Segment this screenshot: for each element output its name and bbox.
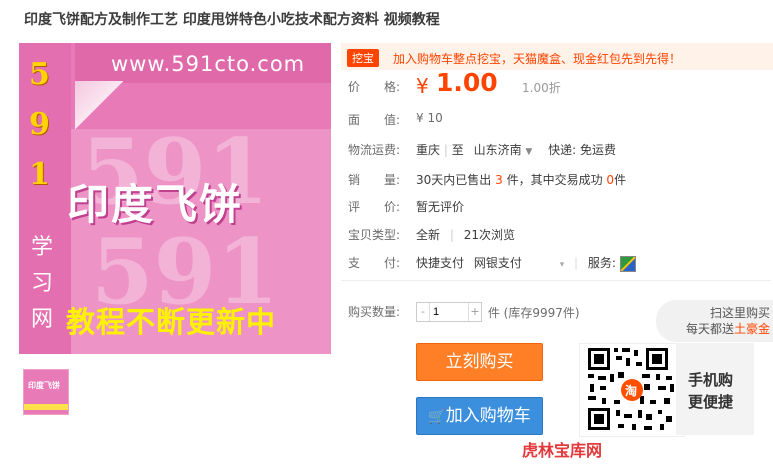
service-label: 服务:	[587, 256, 616, 270]
quantity-control: - + 件 (库存9997件)	[416, 302, 580, 322]
taobao-badge: 淘	[625, 384, 638, 398]
promo-text[interactable]: 加入购物车整点挖宝，天猫魔盒、现金红包先到先得！	[393, 50, 681, 67]
sales-prefix: 30天内已售出	[416, 173, 492, 187]
scan-tip-text: 扫这里购买 每天都送土豪金	[686, 305, 770, 337]
sales-count: 3	[495, 173, 503, 187]
scan-tip-line1: 扫这里购买	[710, 306, 771, 320]
product-thumbnail[interactable]: 印度飞饼	[23, 369, 69, 415]
sales-success-count: 0	[606, 173, 615, 187]
price-value: 1.00	[436, 68, 498, 97]
section-divider	[341, 280, 771, 281]
mobile-line1: 手机购	[688, 371, 734, 389]
price-label: 价 格:	[348, 80, 401, 94]
item-type-info: 全新 | 21次浏览	[416, 226, 515, 243]
page-fold-corner	[75, 81, 123, 129]
item-type-label: 宝贝类型:	[348, 228, 401, 242]
express-fee: 快递: 免运费	[548, 143, 617, 157]
sales-label: 销 量:	[348, 173, 401, 187]
chevron-down-icon: ▼	[525, 147, 533, 157]
price-currency: ¥	[416, 74, 429, 98]
review-label: 评 价:	[348, 200, 401, 214]
promo-badge: 挖宝	[347, 49, 379, 67]
service-guarantee-icon[interactable]	[619, 255, 636, 272]
shipping-info: 重庆 | 至 山东济南 ▼ 快递: 免运费	[416, 141, 616, 158]
scan-tip-line2: 每天都送土豪金	[686, 321, 770, 337]
product-title: 印度飞饼配方及制作工艺 印度甩饼特色小吃技术配方资料 视频教程	[24, 12, 440, 28]
quantity-minus-button[interactable]: -	[417, 303, 430, 321]
buy-now-button[interactable]: 立刻购买	[416, 343, 543, 381]
payment-divider: |	[574, 256, 579, 270]
sales-suffix: 件	[614, 173, 627, 187]
shipping-divider: |	[443, 143, 448, 157]
scan-tip-gold: 土豪金	[734, 322, 771, 336]
payment-info: 快捷支付 网银支付 ▾ | 服务:	[416, 254, 636, 272]
review-value[interactable]: 暂无评价	[416, 198, 464, 215]
brand-digit: 9	[29, 107, 50, 142]
item-condition: 全新	[416, 228, 441, 242]
brand-digit: 1	[29, 157, 50, 192]
payment-label: 支 付:	[348, 256, 401, 270]
brand-char: 学	[31, 235, 54, 260]
mobile-buy-text: 手机购 更便捷	[688, 369, 733, 413]
scan-tip-prefix: 每天都送	[686, 322, 735, 336]
image-url-text: www.591cto.com	[111, 52, 306, 76]
face-value: ¥ 10	[416, 111, 443, 125]
payment-quick: 快捷支付	[416, 256, 465, 270]
sales-info: 30天内已售出 3 件，其中交易成功 0件	[416, 171, 626, 188]
thumbnail-bar	[24, 404, 68, 410]
promo-bar[interactable]: 挖宝 加入购物车整点挖宝，天猫魔盒、现金红包先到先得！	[341, 43, 773, 70]
face-value-label: 面 值:	[348, 113, 401, 127]
shipping-label: 物流运费:	[348, 143, 401, 157]
cut-off-red-text: 虎林宝库网	[522, 441, 603, 460]
payment-dropdown-icon[interactable]: ▾	[560, 260, 565, 270]
add-to-cart-button[interactable]: 🛒加入购物车	[416, 397, 543, 435]
qr-code[interactable]: 淘	[579, 343, 685, 437]
cart-icon: 🛒	[428, 409, 446, 425]
payment-bank: 网银支付	[473, 256, 522, 270]
calligraphy-title: 印度飞饼	[67, 180, 244, 229]
item-type-divider: |	[449, 228, 454, 242]
stock-info: 件 (库存9997件)	[487, 305, 580, 320]
shipping-from: 重庆	[416, 143, 441, 157]
price-discount: 1.00折	[522, 81, 561, 95]
shipping-destination-select[interactable]: 山东济南 ▼	[474, 143, 533, 157]
product-main-image[interactable]: www.591cto.com 591 591 5 9 1 学 习 网 印度飞饼 …	[19, 43, 331, 354]
add-to-cart-label: 加入购物车	[445, 406, 531, 426]
brand-char: 习	[31, 271, 54, 296]
quantity-input[interactable]	[431, 304, 473, 320]
brand-char: 网	[31, 307, 54, 332]
quantity-label: 购买数量:	[348, 305, 401, 319]
thumbnail-text: 印度飞饼	[28, 381, 60, 390]
mobile-line2: 更便捷	[688, 393, 734, 411]
image-tagline: 教程不断更新中	[66, 305, 277, 339]
quantity-plus-button[interactable]: +	[468, 303, 481, 321]
shipping-to: 山东济南	[473, 143, 522, 157]
brand-digit: 5	[29, 57, 50, 92]
shipping-sep: 至	[451, 143, 464, 157]
quantity-stepper: - +	[416, 302, 482, 322]
item-views: 21次浏览	[463, 228, 515, 242]
sales-mid: 件，其中交易成功	[506, 173, 603, 187]
